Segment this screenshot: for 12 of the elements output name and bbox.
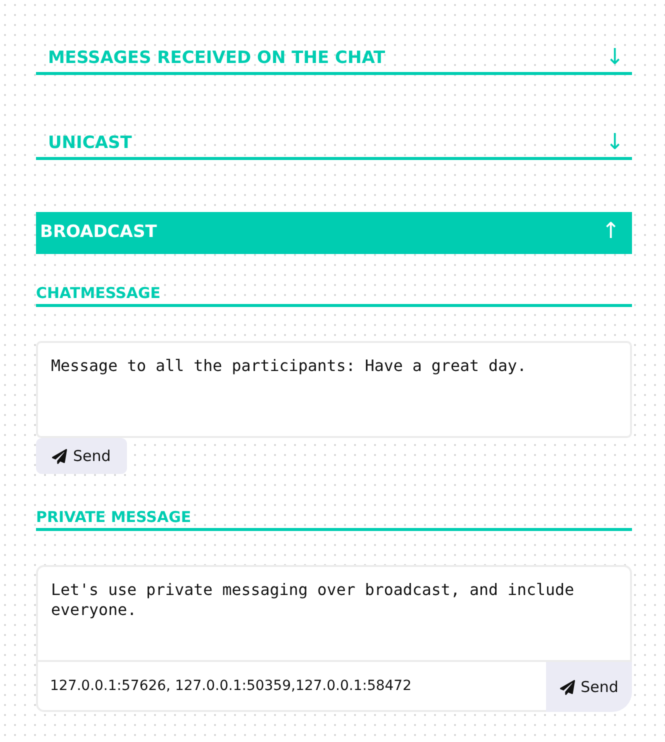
section-heading: CHATMESSAGE — [36, 284, 632, 307]
send-button[interactable]: Send — [546, 662, 632, 712]
arrow-icon: ↓ — [606, 45, 624, 70]
send-icon — [560, 680, 575, 694]
send-button[interactable]: Send — [36, 438, 127, 474]
message-field[interactable]: Let's use private messaging over broadcast, and include everyone. — [36, 565, 632, 662]
arrow-icon: ↓ — [606, 130, 624, 155]
message-field[interactable]: Message to all the participants: Have a great day. — [36, 341, 632, 438]
send-icon — [52, 448, 67, 464]
section-heading: PRIVATE MESSAGE — [36, 508, 632, 531]
arrow-icon: ↑ — [602, 219, 620, 244]
recipients-field[interactable]: 127.0.0.1:57626, 127.0.0.1:50359,127.0.0.1:58472 — [36, 662, 546, 712]
